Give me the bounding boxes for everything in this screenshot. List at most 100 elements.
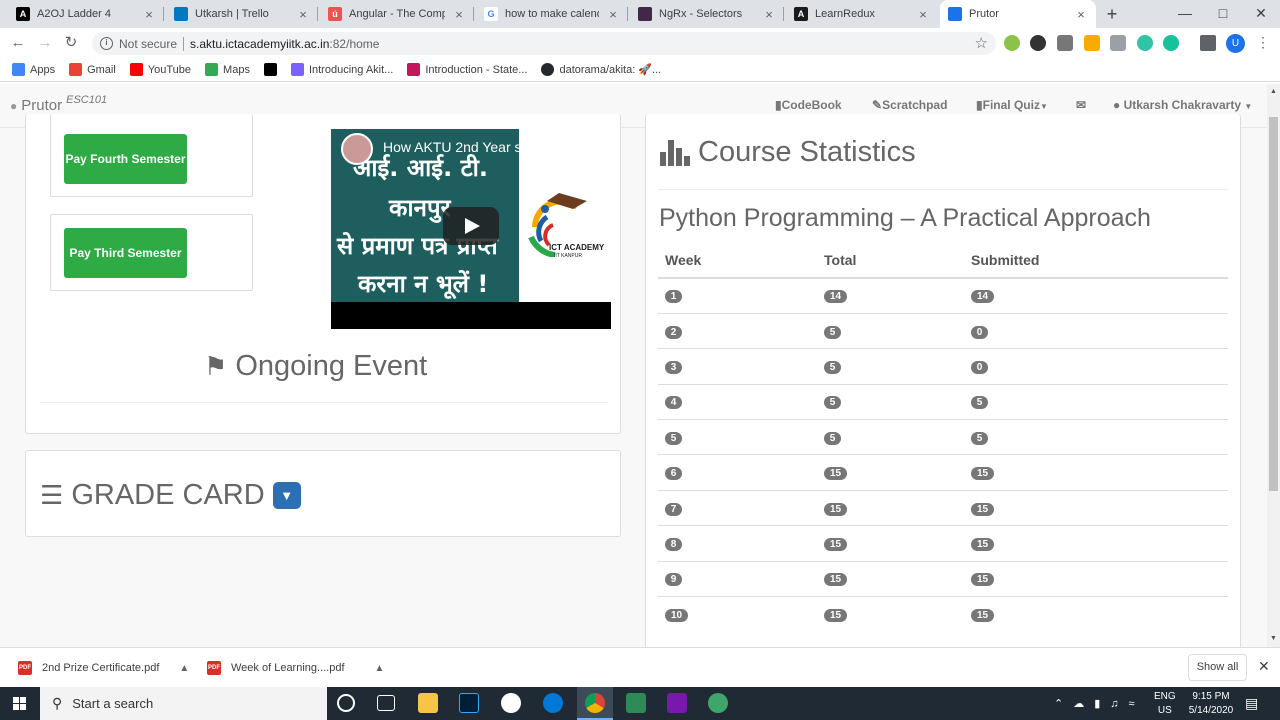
cell-week: 1 — [658, 277, 817, 314]
download-item[interactable]: PDF 2nd Prize Certificate.pdf ▲ — [18, 657, 189, 679]
slack-icon[interactable] — [501, 693, 521, 713]
new-tab-button[interactable]: + — [1102, 5, 1122, 23]
cell-week: 10 — [658, 596, 817, 632]
browser-menu-icon[interactable]: ⋮ — [1256, 34, 1270, 51]
profile-avatar[interactable]: U — [1226, 34, 1245, 53]
app-icon[interactable] — [708, 693, 728, 713]
photoshop-icon[interactable] — [459, 693, 479, 713]
scroll-down-icon[interactable]: ▼ — [1270, 635, 1277, 642]
bookmark-item[interactable]: Introducing Akit... — [290, 63, 393, 76]
video-title[interactable]: How AKTU 2nd Year stud... — [383, 139, 553, 155]
extension-hex-icon[interactable] — [1004, 35, 1020, 51]
bookmark-item[interactable]: Apps — [12, 63, 55, 76]
address-bar[interactable]: i Not secure s.aktu.ictacademyiitk.ac.in… — [92, 32, 996, 55]
extension-moon-icon[interactable] — [1030, 35, 1046, 51]
file-explorer-icon[interactable] — [418, 693, 438, 713]
brand[interactable]: ● Prutor ESC101 — [10, 94, 107, 115]
nav-codebook[interactable]: ▮CodeBook — [775, 98, 842, 112]
course-statistics-table: Week Total Submitted 1 14 14 2 5 0 3 5 0 4 5 5 5 5 5 6 1… — [658, 242, 1228, 632]
chevron-up-icon[interactable]: ▲ — [375, 663, 385, 674]
chrome-icon[interactable] — [577, 687, 613, 720]
tab-separator — [783, 7, 784, 21]
webstorm-icon[interactable] — [626, 693, 646, 713]
show-all-downloads-button[interactable]: Show all — [1188, 654, 1247, 681]
bookmark-item[interactable]: datorama/akita: 🚀... — [541, 63, 661, 76]
close-tab-icon[interactable]: × — [606, 7, 620, 22]
close-tab-icon[interactable]: × — [296, 7, 310, 22]
pay-fourth-semester-button[interactable]: Pay Fourth Semester — [64, 134, 187, 184]
scrollbar-thumb[interactable] — [1269, 117, 1278, 491]
youtube-video-embed[interactable]: आई. आई. टी. कानपुर से प्रमाण पत्र प्राप्… — [331, 129, 611, 329]
tab-2[interactable]: Utkarsh | Trello × — [166, 0, 318, 28]
caret-square-down-icon[interactable]: ▼ — [272, 482, 301, 509]
page-scrollbar[interactable]: ▲ ▼ — [1267, 84, 1280, 647]
extension-camera-icon[interactable] — [1110, 35, 1126, 51]
tab-1[interactable]: A A2OJ Ladder 4 × — [8, 0, 164, 28]
notifications-icon[interactable]: ▤ — [1245, 687, 1258, 720]
close-tab-icon[interactable]: × — [916, 7, 930, 22]
close-tab-icon[interactable]: × — [142, 7, 156, 22]
bookmark-item[interactable]: Maps — [205, 63, 250, 76]
back-icon[interactable]: ← — [9, 34, 27, 52]
windows-start-icon[interactable] — [0, 687, 40, 720]
close-window-button[interactable]: ✕ — [1242, 0, 1280, 28]
nav-messages[interactable]: ✉ — [1076, 98, 1086, 112]
cell-week: 6 — [658, 454, 817, 491]
cloud-icon[interactable]: ☁ — [1073, 697, 1084, 710]
download-item[interactable]: PDF Week of Learning....pdf ▲ — [207, 657, 384, 679]
extension-pen-icon[interactable] — [1084, 35, 1100, 51]
tab-6[interactable]: A LearnRedux × — [786, 0, 938, 28]
grammarly-icon[interactable] — [1163, 35, 1179, 51]
play-button-icon[interactable] — [443, 207, 499, 245]
cortana-icon[interactable] — [337, 694, 355, 712]
count-badge: 15 — [971, 502, 995, 516]
scroll-up-icon[interactable]: ▲ — [1270, 88, 1277, 95]
bookmark-item[interactable]: Introduction - State... — [407, 63, 527, 76]
video-more-icon[interactable]: ⋮ — [578, 137, 593, 155]
forward-icon[interactable]: → — [36, 34, 54, 52]
minimize-button[interactable]: — — [1166, 0, 1204, 28]
count-badge: 15 — [824, 573, 848, 587]
nav-user-menu[interactable]: ● Utkarsh Chakravarty ▼ — [1113, 98, 1252, 112]
cell-week: 4 — [658, 383, 817, 420]
battery-icon[interactable]: ▮ — [1094, 697, 1100, 710]
channel-avatar[interactable] — [341, 133, 373, 165]
info-icon[interactable]: i — [100, 37, 113, 50]
maximize-button[interactable]: □ — [1204, 0, 1242, 28]
edge-icon[interactable] — [543, 693, 563, 713]
url-text[interactable]: s.aktu.ictacademyiitk.ac.in:82/home — [190, 37, 379, 51]
chevron-up-icon[interactable]: ▲ — [179, 663, 189, 674]
bookmark-item[interactable]: Gmail — [69, 63, 116, 76]
bookmark-item[interactable]: YouTube — [129, 63, 191, 76]
close-tab-icon[interactable]: × — [762, 7, 776, 22]
reload-icon[interactable]: ↻ — [62, 34, 80, 52]
table-row: 8 15 15 — [658, 525, 1228, 562]
volume-icon[interactable]: ♫ — [1110, 698, 1118, 710]
extension-c-icon[interactable] — [1057, 35, 1073, 51]
chevron-up-icon[interactable]: ⌃ — [1054, 697, 1063, 710]
language-indicator[interactable]: ENG US — [1154, 687, 1176, 720]
pay-third-semester-button[interactable]: Pay Third Semester — [64, 228, 187, 278]
media-controls-icon[interactable] — [1200, 35, 1216, 51]
tab-5[interactable]: NgRx - Selectors × — [630, 0, 784, 28]
table-row: 1 14 14 — [658, 277, 1228, 314]
bookmark-item[interactable] — [263, 63, 277, 76]
tab-3[interactable]: ú Angular - The Complet × — [320, 0, 474, 28]
close-tab-icon[interactable]: × — [1074, 7, 1088, 22]
task-view-icon[interactable] — [377, 695, 395, 711]
course-statistics-heading: Course Statistics — [660, 136, 916, 169]
clock[interactable]: 9:15 PM 5/14/2020 — [1185, 687, 1237, 720]
close-downloads-icon[interactable]: ✕ — [1258, 658, 1270, 675]
taskbar-search[interactable]: ⚲ Start a search — [40, 687, 327, 720]
wifi-icon[interactable]: ≈ — [1129, 698, 1135, 710]
bookmark-star-icon[interactable]: ☆ — [975, 34, 988, 52]
tab-7[interactable]: Prutor × — [940, 0, 1096, 28]
onenote-icon[interactable] — [667, 693, 687, 713]
close-tab-icon[interactable]: × — [452, 7, 466, 22]
tab-4[interactable]: Ghow to make calendar × — [476, 0, 628, 28]
extension-feather-icon[interactable] — [1137, 35, 1153, 51]
count-badge: 15 — [971, 573, 995, 587]
nav-final-quiz[interactable]: ▮Final Quiz▼ — [976, 98, 1048, 112]
nav-scratchpad[interactable]: ✎Scratchpad — [872, 98, 947, 112]
download-filename: Week of Learning....pdf — [231, 662, 345, 674]
